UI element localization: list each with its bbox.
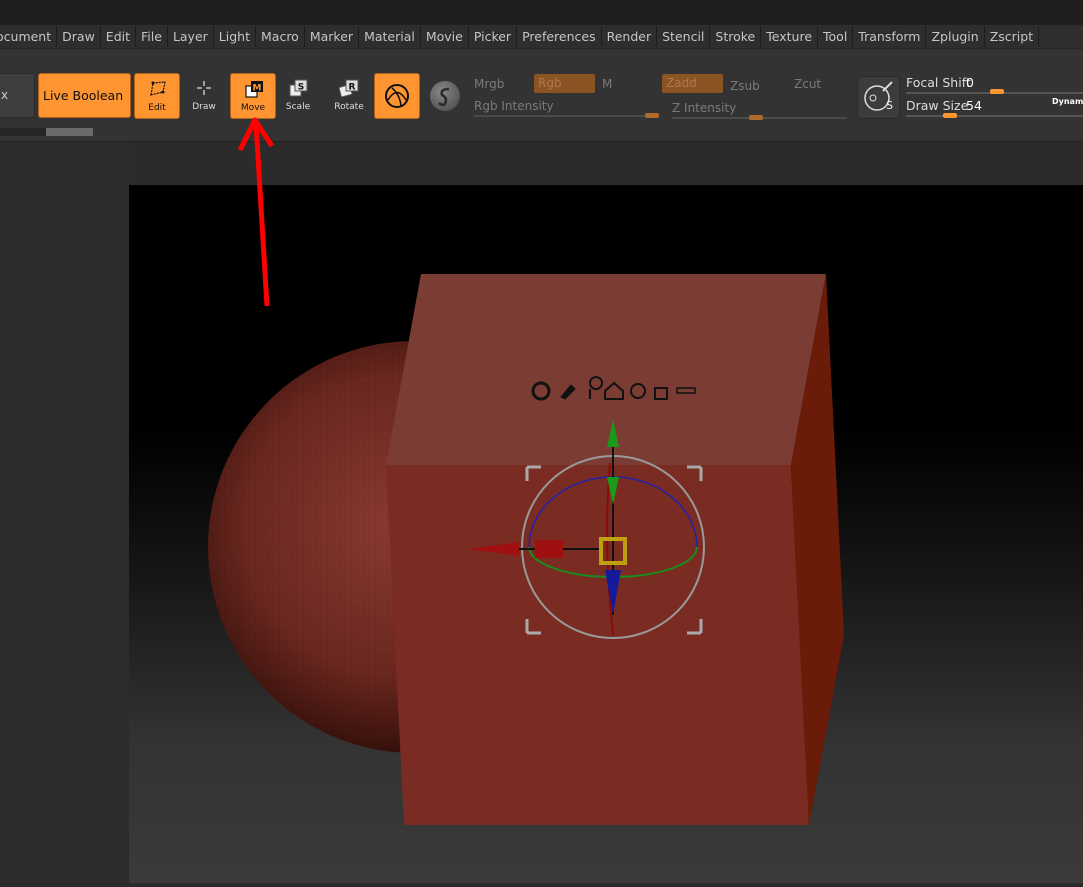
annotation-arrow	[237, 117, 275, 307]
rgb-intensity-label: Rgb Intensity	[474, 99, 554, 113]
rotate-icon: R	[339, 79, 359, 97]
draw-button[interactable]: Draw	[181, 73, 227, 119]
draw-size-label: Draw Size	[906, 98, 969, 113]
scale-icon: S	[289, 79, 308, 97]
rotate-badge: R	[349, 83, 356, 93]
solo-sphere-button[interactable]	[374, 73, 420, 119]
focal-shift-label: Focal Shift	[906, 75, 971, 90]
zadd-toggle[interactable]: Zadd	[662, 74, 723, 93]
menu-texture[interactable]: Texture	[761, 26, 819, 47]
z-intensity-knob[interactable]	[749, 115, 763, 120]
rgb-intensity-knob[interactable]	[645, 113, 659, 118]
menu-picker[interactable]: Picker	[469, 26, 518, 47]
brush-badge: S	[886, 99, 893, 112]
draw-size-knob[interactable]	[943, 113, 957, 118]
move-icon: M	[245, 81, 263, 98]
live-boolean-label: Live Boolean	[43, 88, 124, 103]
menu-movie[interactable]: Movie	[421, 26, 469, 47]
menu-zplugin[interactable]: Zplugin	[926, 26, 985, 47]
scale-badge: S	[298, 83, 304, 93]
z-intensity-label: Z Intensity	[672, 101, 737, 115]
menu-marker[interactable]: Marker	[305, 26, 360, 47]
draw-size-value: 54	[966, 98, 982, 113]
menu-preferences[interactable]: Preferences	[517, 26, 602, 47]
menu-macro[interactable]: Macro	[256, 26, 305, 47]
menu-tool[interactable]: Tool	[818, 26, 854, 47]
menu-file[interactable]: File	[136, 26, 168, 47]
rotate-label: Rotate	[334, 102, 364, 112]
menu-zscript[interactable]: Zscript	[985, 26, 1040, 47]
rgb-toggle[interactable]: Rgb	[534, 74, 595, 93]
draw-label: Draw	[192, 102, 216, 112]
brush-button[interactable]: S	[857, 76, 900, 119]
x-button-label: x	[1, 88, 9, 102]
transp-icon[interactable]	[430, 81, 460, 111]
toolbar: x Live Boolean Edit Draw M Move S Scale …	[0, 49, 1083, 142]
zsub-toggle[interactable]: Zsub	[730, 79, 760, 93]
cube-mesh[interactable]	[386, 274, 844, 825]
brush-icon: S	[864, 81, 893, 112]
focal-shift-value: 0	[966, 75, 974, 90]
edit-button[interactable]: Edit	[134, 73, 180, 119]
focal-shift-knob[interactable]	[990, 89, 1004, 94]
menu-layer[interactable]: Layer	[168, 26, 214, 47]
mrgb-toggle[interactable]: Mrgb	[474, 77, 504, 91]
move-badge: M	[253, 84, 262, 94]
left-shelf	[0, 142, 129, 883]
draw-size-slider[interactable]	[906, 115, 1083, 117]
edit-label: Edit	[148, 103, 166, 113]
title-strip	[0, 0, 1083, 25]
draw-icon	[197, 81, 211, 95]
menu-stencil[interactable]: Stencil	[657, 26, 711, 47]
menu-material[interactable]: Material	[359, 26, 421, 47]
menu-render[interactable]: Render	[602, 26, 658, 47]
swirl-icon	[438, 87, 450, 107]
menu-bar: ocument Draw Edit File Layer Light Macro…	[0, 25, 1083, 49]
menu-edit[interactable]: Edit	[101, 26, 137, 47]
scroll-thumb[interactable]	[46, 128, 93, 136]
menu-document[interactable]: ocument	[0, 26, 58, 47]
m-toggle[interactable]: M	[602, 77, 612, 91]
live-boolean-button[interactable]: Live Boolean	[38, 73, 131, 118]
rgb-intensity-slider[interactable]	[474, 115, 659, 117]
menu-draw[interactable]: Draw	[57, 26, 101, 47]
rotate-button[interactable]: R Rotate	[326, 73, 372, 119]
sphere-icon	[385, 84, 409, 108]
edit-icon	[150, 81, 166, 96]
x-button[interactable]: x	[0, 73, 35, 118]
zcut-toggle[interactable]: Zcut	[794, 77, 821, 91]
menu-light[interactable]: Light	[214, 26, 256, 47]
menu-stroke[interactable]: Stroke	[710, 26, 762, 47]
rgb-label: Rgb	[538, 76, 562, 90]
zadd-label: Zadd	[666, 76, 697, 90]
dynamic-toggle[interactable]: Dynami	[1052, 97, 1083, 106]
menu-transform[interactable]: Transform	[853, 26, 927, 47]
